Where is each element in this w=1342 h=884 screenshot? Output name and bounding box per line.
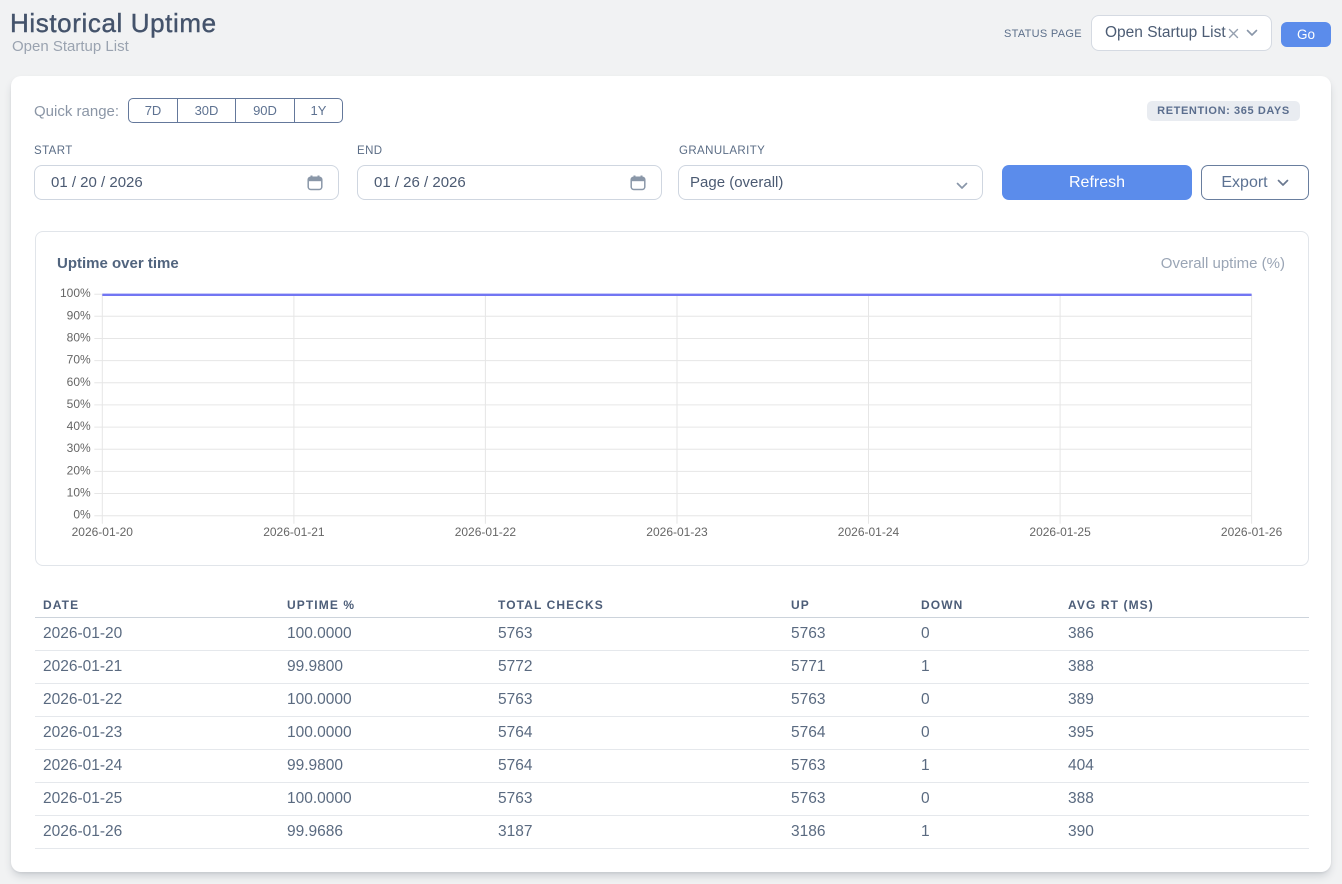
svg-text:2026-01-20: 2026-01-20: [72, 525, 134, 539]
svg-text:2026-01-22: 2026-01-22: [455, 525, 517, 539]
svg-text:2026-01-23: 2026-01-23: [646, 525, 708, 539]
svg-text:2026-01-24: 2026-01-24: [838, 525, 900, 539]
svg-text:0%: 0%: [73, 508, 91, 522]
svg-text:80%: 80%: [67, 331, 91, 345]
svg-text:30%: 30%: [67, 441, 91, 455]
svg-text:2026-01-26: 2026-01-26: [1221, 525, 1283, 539]
svg-text:10%: 10%: [67, 486, 91, 500]
svg-text:2026-01-25: 2026-01-25: [1029, 525, 1091, 539]
svg-text:70%: 70%: [67, 353, 91, 367]
svg-text:50%: 50%: [67, 397, 91, 411]
svg-text:90%: 90%: [67, 308, 91, 322]
svg-text:100%: 100%: [60, 286, 91, 300]
svg-text:60%: 60%: [67, 375, 91, 389]
svg-text:40%: 40%: [67, 419, 91, 433]
svg-text:20%: 20%: [67, 463, 91, 477]
svg-text:2026-01-21: 2026-01-21: [263, 525, 325, 539]
